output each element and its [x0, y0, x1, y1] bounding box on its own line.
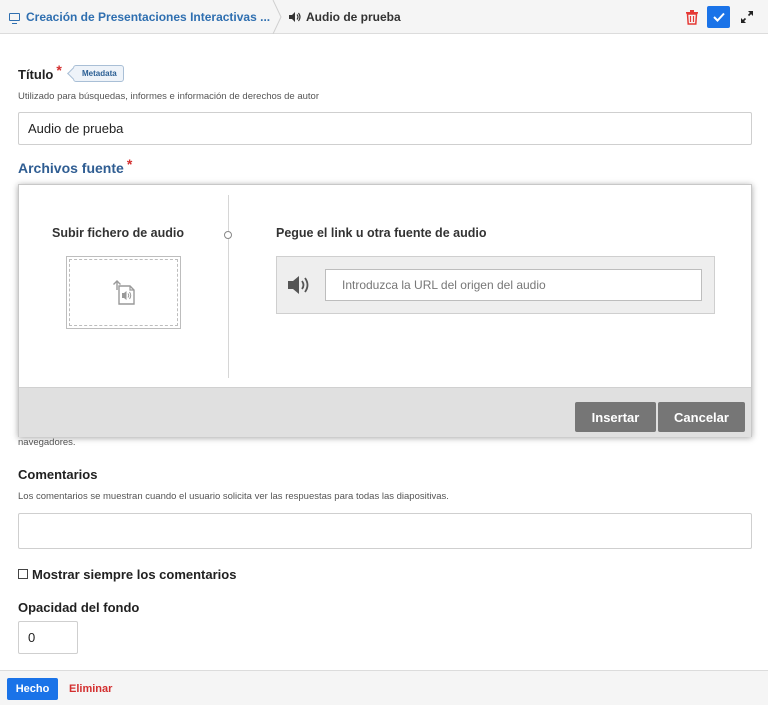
breadcrumb-parent-label[interactable]: Creación de Presentaciones Interactivas …: [26, 10, 270, 24]
opacity-label: Opacidad del fondo: [18, 600, 140, 615]
dropzone-inner: [69, 259, 178, 326]
breadcrumb-current: Audio de prueba: [288, 0, 401, 34]
always-show-comments-label[interactable]: Mostrar siempre los comentarios: [32, 567, 236, 582]
or-separator-icon: [224, 231, 232, 239]
insert-button[interactable]: Insertar: [575, 402, 656, 432]
trash-icon[interactable]: [685, 9, 699, 25]
delete-button[interactable]: Eliminar: [69, 678, 112, 700]
title-label: Título *: [18, 62, 62, 82]
source-files-label-text: Archivos fuente: [18, 160, 124, 176]
check-icon: [712, 12, 725, 22]
url-box: Introduzca la URL del origen del audio: [276, 256, 715, 314]
confirm-button[interactable]: [707, 6, 730, 28]
done-button[interactable]: Hecho: [7, 678, 58, 700]
monitor-icon: [9, 13, 20, 24]
comments-input[interactable]: [18, 513, 752, 549]
always-show-comments-checkbox[interactable]: [18, 569, 28, 579]
audio-upload-dropzone[interactable]: [66, 256, 181, 329]
breadcrumb-separator-icon: [270, 0, 284, 34]
title-label-text: Título: [18, 67, 54, 82]
breadcrumb-parent[interactable]: Creación de Presentaciones Interactivas …: [9, 0, 281, 34]
description-tail: navegadores.: [18, 437, 76, 448]
dialog-footer: Insertar Cancelar: [19, 387, 751, 437]
opacity-input[interactable]: 0: [18, 621, 78, 654]
link-title: Pegue el link u otra fuente de audio: [276, 226, 487, 240]
required-mark: *: [56, 62, 62, 78]
title-description: Utilizado para búsquedas, informes e inf…: [18, 91, 320, 102]
required-mark: *: [126, 156, 133, 172]
upload-audio-file-icon: [112, 279, 135, 305]
audio-url-input[interactable]: Introduzca la URL del origen del audio: [325, 269, 702, 301]
upload-title: Subir fichero de audio: [52, 226, 184, 240]
breadcrumb-current-label: Audio de prueba: [306, 10, 401, 24]
divider: [228, 195, 229, 378]
metadata-tag-label: Metadata: [82, 69, 117, 78]
audio-source-dialog: Subir fichero de audio Pegue el link u o…: [18, 184, 752, 437]
top-bar: Creación de Presentaciones Interactivas …: [0, 0, 768, 34]
speaker-icon: [288, 11, 302, 23]
expand-icon[interactable]: [739, 9, 755, 25]
source-files-label: Archivos fuente *: [18, 156, 132, 176]
metadata-tag[interactable]: Metadata: [73, 65, 124, 82]
bottom-bar: Hecho Eliminar: [0, 670, 768, 705]
title-input[interactable]: Audio de prueba: [18, 112, 752, 145]
speaker-icon: [287, 274, 313, 301]
comments-label: Comentarios: [18, 467, 98, 482]
comments-description: Los comentarios se muestran cuando el us…: [18, 491, 449, 502]
cancel-button[interactable]: Cancelar: [658, 402, 745, 432]
